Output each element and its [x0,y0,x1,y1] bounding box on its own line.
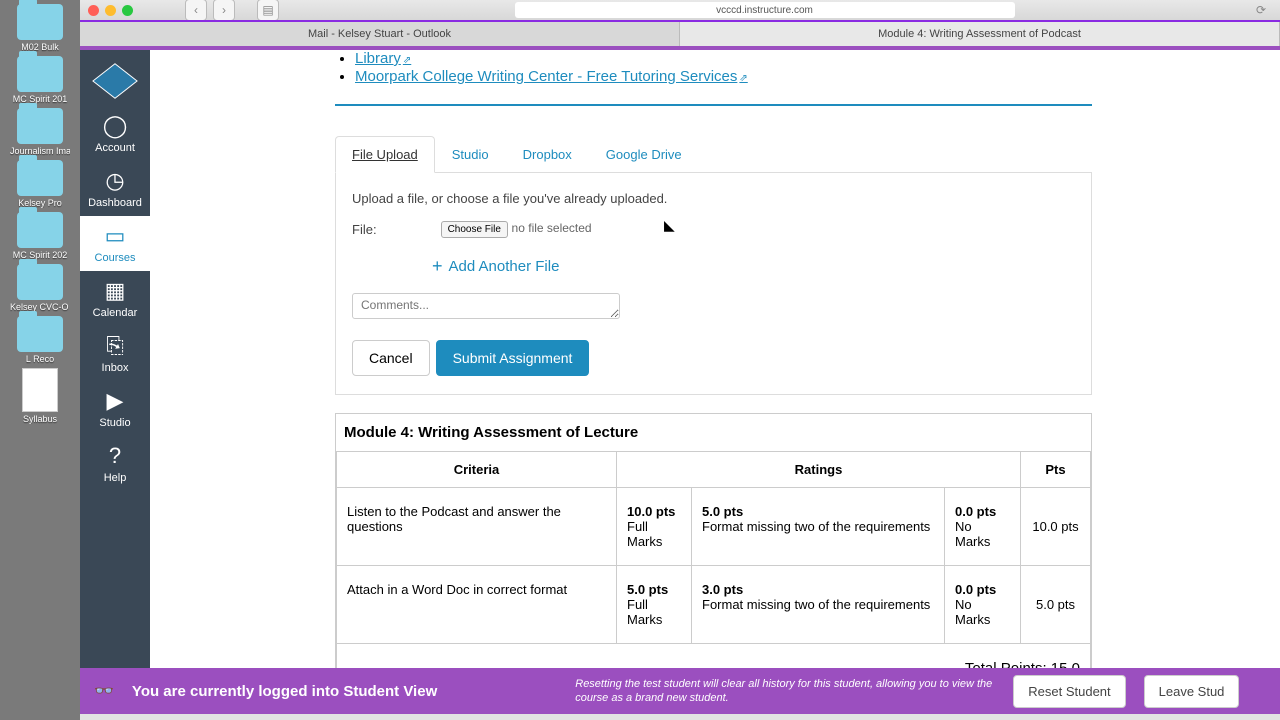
studio-icon: ▶ [107,388,124,414]
rubric-criterion: Attach in a Word Doc in correct format [337,566,617,644]
sidebar-item-dashboard[interactable]: ◷Dashboard [80,161,150,216]
cancel-button[interactable]: Cancel [352,340,430,376]
dashboard-icon: ◷ [105,168,124,194]
minimize-window-icon[interactable] [105,5,116,16]
resource-link[interactable]: Library⇗ [355,50,411,67]
folder-icon [17,108,63,144]
tab-studio[interactable]: Studio [435,136,506,173]
rubric-row: Attach in a Word Doc in correct format 5… [337,566,1091,644]
browser-tab[interactable]: Mail - Kelsey Stuart - Outlook [80,22,680,46]
book-icon: ▭ [105,223,126,249]
folder-icon [17,316,63,352]
desktop-folder[interactable]: Kelsey CVC-O Grant [10,264,70,312]
document-icon [22,368,58,412]
maximize-window-icon[interactable] [122,5,133,16]
desktop-doc[interactable]: Syllabus [10,368,70,424]
folder-icon [17,264,63,300]
divider [335,104,1092,106]
desktop-folder[interactable]: Journalism Images [10,108,70,156]
student-view-text: You are currently logged into Student Vi… [132,683,437,700]
rubric-ratings: 10.0 ptsFull Marks 5.0 ptsFormat missing… [617,488,1021,566]
add-another-file-button[interactable]: + Add Another File [432,256,1075,277]
browser-tab[interactable]: Module 4: Writing Assessment of Podcast [680,22,1280,46]
no-file-text: no file selected [512,221,592,235]
rubric-total: Total Points: 15.0 [337,644,1091,669]
rubric-header-criteria: Criteria [337,452,617,488]
dock [80,714,1280,720]
desktop-folder[interactable]: MC Spirit 201 [10,56,70,104]
calendar-icon: ▦ [105,278,126,304]
desktop-folder[interactable]: L Reco [10,316,70,364]
folder-icon [17,212,63,248]
comments-input[interactable] [352,293,620,319]
rubric-criterion: Listen to the Podcast and answer the que… [337,488,617,566]
sidebar-item-inbox[interactable]: ⎘Inbox [80,326,150,381]
folder-icon [17,4,63,40]
plus-icon: + [432,256,443,277]
rubric-pts: 10.0 pts [1021,488,1091,566]
url-bar[interactable]: vcccd.instructure.com [515,2,1015,18]
upload-tabs: File Upload Studio Dropbox Google Drive [335,136,1092,172]
sidebar-item-calendar[interactable]: ▦Calendar [80,271,150,326]
rubric-ratings: 5.0 ptsFull Marks 3.0 ptsFormat missing … [617,566,1021,644]
folder-icon [17,56,63,92]
back-button[interactable]: ‹ [185,0,207,21]
file-label: File: [352,222,377,237]
sidebar-item-account[interactable]: ◯Account [80,106,150,161]
student-view-desc: Resetting the test student will clear al… [575,677,995,706]
rubric-title: Module 4: Writing Assessment of Lecture [336,414,1091,452]
rubric-header-ratings: Ratings [617,452,1021,488]
desktop: M02 Bulk MC Spirit 201 Journalism Images… [0,0,80,720]
main-content: Library⇗ Moorpark College Writing Center… [150,50,1280,668]
reset-student-button[interactable]: Reset Student [1013,675,1125,708]
reload-icon[interactable]: ⟳ [1250,0,1272,21]
tab-google-drive[interactable]: Google Drive [589,136,699,173]
rubric-table: Module 4: Writing Assessment of Lecture … [335,413,1092,668]
folder-icon [17,160,63,196]
desktop-folder[interactable]: M02 Bulk [10,4,70,52]
canvas-logo-icon[interactable] [86,56,144,106]
desktop-folder[interactable]: Kelsey Pro [10,160,70,208]
choose-file-button[interactable]: Choose File [441,221,508,238]
submit-assignment-button[interactable]: Submit Assignment [436,340,590,376]
forward-button[interactable]: › [213,0,235,21]
inbox-icon: ⎘ [106,333,124,359]
rubric-pts: 5.0 pts [1021,566,1091,644]
desktop-folder[interactable]: MC Spirit 202 [10,212,70,260]
tab-dropbox[interactable]: Dropbox [506,136,589,173]
sidebar-item-courses[interactable]: ▭Courses [80,216,150,271]
rubric-header-pts: Pts [1021,452,1091,488]
resource-link[interactable]: Moorpark College Writing Center - Free T… [355,68,748,85]
leave-student-view-button[interactable]: Leave Stud [1144,675,1240,708]
canvas-sidebar: ◯Account ◷Dashboard ▭Courses ▦Calendar ⎘… [80,50,150,668]
glasses-icon: 👓 [94,681,114,701]
student-view-bar: 👓 You are currently logged into Student … [80,668,1280,714]
sidebar-item-studio[interactable]: ▶Studio [80,381,150,436]
sidebar-item-help[interactable]: ?Help [80,436,150,491]
upload-hint: Upload a file, or choose a file you've a… [352,191,1075,206]
external-link-icon: ⇗ [403,55,411,66]
browser-tabs: Mail - Kelsey Stuart - Outlook Module 4:… [80,20,1280,46]
sidebar-toggle-icon[interactable]: ▤ [257,0,279,21]
close-window-icon[interactable] [88,5,99,16]
user-icon: ◯ [103,113,128,139]
tab-file-upload[interactable]: File Upload [335,136,435,173]
rubric-row: Listen to the Podcast and answer the que… [337,488,1091,566]
browser-toolbar: ‹ › ▤ vcccd.instructure.com ⟳ [80,0,1280,20]
help-icon: ? [109,443,121,469]
external-link-icon: ⇗ [739,73,747,84]
